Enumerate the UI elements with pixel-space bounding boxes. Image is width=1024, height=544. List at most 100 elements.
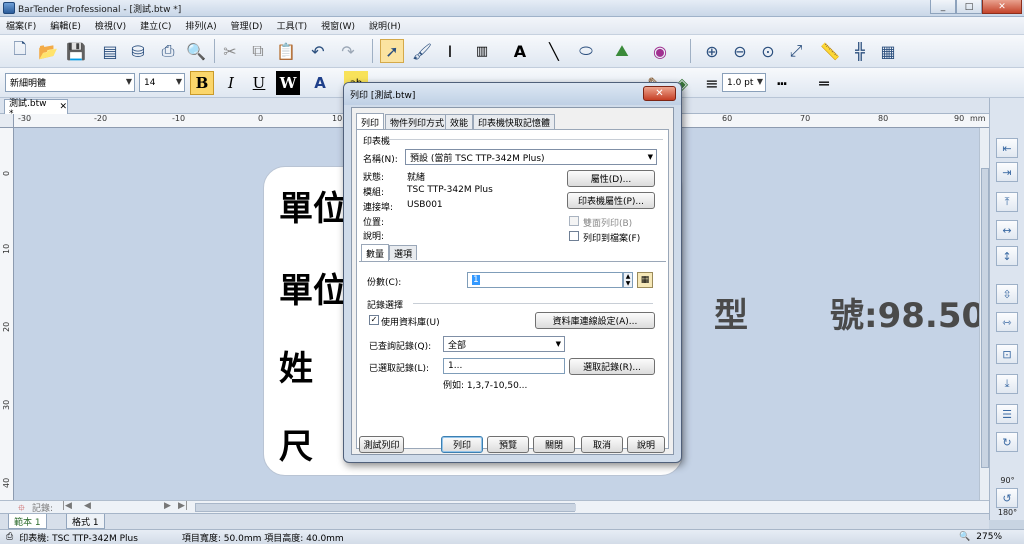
line-style-icon[interactable]: ┅ bbox=[770, 71, 794, 95]
properties-button[interactable]: 屬性(D)... bbox=[567, 170, 655, 187]
print-to-file-checkbox[interactable] bbox=[569, 231, 579, 241]
menu-tools[interactable]: 工具(T) bbox=[277, 19, 308, 32]
rotate-90-icon[interactable]: ↻ bbox=[996, 432, 1018, 452]
align-right-icon[interactable]: ⇥ bbox=[996, 162, 1018, 182]
first-record-button[interactable]: |◀ bbox=[62, 501, 72, 511]
text-color-button[interactable]: A bbox=[308, 71, 332, 95]
center-icon[interactable]: ⊡ bbox=[996, 344, 1018, 364]
line-width-icon[interactable]: ≡ bbox=[700, 71, 724, 95]
font-name-select[interactable]: 新細明體 ▼ bbox=[5, 73, 135, 92]
line-end-icon[interactable]: ═ bbox=[812, 71, 836, 95]
menu-create[interactable]: 建立(C) bbox=[140, 19, 171, 32]
reverse-text-button[interactable]: W bbox=[276, 71, 300, 95]
label-text-object[interactable]: 尺 bbox=[279, 419, 313, 468]
tab-options[interactable]: 選項 bbox=[389, 245, 418, 260]
cancel-button[interactable]: 取消 bbox=[581, 436, 623, 453]
rfid-icon[interactable]: ◉ bbox=[648, 39, 672, 63]
zoom-page-icon[interactable]: ⤢ bbox=[784, 39, 808, 63]
test-print-button[interactable]: 測試列印 bbox=[359, 436, 404, 453]
tab-print[interactable]: 列印 bbox=[356, 113, 385, 130]
picture-tool-icon[interactable]: ⛰ bbox=[610, 39, 634, 63]
template-tab[interactable]: 範本 1 bbox=[8, 514, 47, 529]
select-records-button[interactable]: 選取記錄(R)... bbox=[569, 358, 655, 375]
print-button[interactable]: 列印 bbox=[441, 436, 483, 453]
italic-button[interactable]: I bbox=[219, 71, 243, 95]
paste-icon[interactable]: 📋 bbox=[274, 39, 298, 63]
space-icon[interactable]: ☰ bbox=[996, 404, 1018, 424]
open-folder-icon[interactable]: 📂 bbox=[36, 39, 60, 63]
align-left-icon[interactable]: ⇤ bbox=[996, 138, 1018, 158]
zoom-level[interactable]: 275% bbox=[976, 532, 1002, 542]
ruler-icon[interactable]: 📏 bbox=[818, 39, 842, 63]
page-setup-icon[interactable]: ▤ bbox=[98, 39, 122, 63]
last-record-button[interactable]: ▶| bbox=[178, 501, 188, 511]
copies-spinner[interactable]: ▲ ▼ bbox=[623, 272, 633, 288]
zoom-in-icon[interactable]: ⊕ bbox=[700, 39, 724, 63]
maximize-button[interactable]: □ bbox=[956, 0, 982, 14]
queried-records-select[interactable]: 全部 ▼ bbox=[443, 336, 565, 352]
save-icon[interactable]: 💾 bbox=[64, 39, 88, 63]
bold-button[interactable]: B bbox=[190, 71, 214, 95]
new-document-icon[interactable]: 🗋 bbox=[8, 39, 32, 63]
zoom-fit-icon[interactable]: ⊙ bbox=[756, 39, 780, 63]
scrollbar-thumb[interactable] bbox=[196, 504, 576, 511]
next-record-button[interactable]: ▶ bbox=[164, 501, 171, 511]
use-database-checkbox[interactable]: ✓ bbox=[369, 315, 379, 325]
database-icon[interactable]: ⛁ bbox=[126, 39, 150, 63]
database-connection-button[interactable]: 資料庫連線設定(A)... bbox=[535, 312, 655, 329]
format-tab[interactable]: 格式 1 bbox=[66, 514, 105, 529]
close-window-button[interactable]: ✕ bbox=[982, 0, 1022, 14]
copy-icon[interactable]: ⧉ bbox=[246, 39, 270, 63]
label-text-object[interactable]: 單位 bbox=[279, 181, 347, 230]
line-tool-icon[interactable]: ╲ bbox=[542, 39, 566, 63]
prev-record-button[interactable]: ◀ bbox=[84, 501, 91, 511]
tab-quantity[interactable]: 數量 bbox=[361, 244, 390, 261]
print-preview-icon[interactable]: 🔍 bbox=[184, 39, 208, 63]
horizontal-scrollbar[interactable] bbox=[195, 503, 576, 512]
cut-icon[interactable]: ✂ bbox=[218, 39, 242, 63]
font-size-select[interactable]: 14 ▼ bbox=[139, 73, 185, 92]
shape-tool-icon[interactable]: ⬭ bbox=[574, 39, 598, 63]
dialog-close-button[interactable]: ✕ bbox=[643, 86, 676, 101]
menu-help[interactable]: 說明(H) bbox=[369, 19, 401, 32]
close-tab-icon[interactable]: ✕ bbox=[59, 102, 67, 112]
align-bottom-icon[interactable]: ⤓ bbox=[996, 374, 1018, 394]
guides-icon[interactable]: ╬ bbox=[848, 39, 872, 63]
tab-performance[interactable]: 效能 bbox=[445, 114, 474, 129]
printer-name-select[interactable]: 預設 (當前 TSC TTP-342M Plus) ▼ bbox=[405, 149, 657, 165]
menu-arrange[interactable]: 排列(A) bbox=[185, 19, 216, 32]
dialog-close-action-button[interactable]: 關閉 bbox=[533, 436, 575, 453]
align-hcenter-icon[interactable]: ↔ bbox=[996, 220, 1018, 240]
tab-object-print-method[interactable]: 物件列印方式 bbox=[385, 114, 450, 129]
grid-icon[interactable]: ▦ bbox=[876, 39, 900, 63]
scrollbar-thumb[interactable] bbox=[981, 168, 989, 468]
distribute-h-icon[interactable]: ⇿ bbox=[996, 312, 1018, 332]
menu-file[interactable]: 檔案(F) bbox=[6, 19, 36, 32]
align-top-icon[interactable]: ⤒ bbox=[996, 192, 1018, 212]
barcode-icon[interactable]: ▥ bbox=[470, 39, 494, 63]
tab-printer-cache[interactable]: 印表機快取記憶體 bbox=[473, 114, 556, 129]
label-text-object[interactable]: 姓 bbox=[279, 341, 313, 390]
document-tab[interactable]: 測試.btw * ✕ bbox=[4, 99, 68, 119]
vertical-scrollbar[interactable] bbox=[979, 128, 989, 500]
minimize-button[interactable]: _ bbox=[930, 0, 956, 14]
menu-administer[interactable]: 管理(D) bbox=[231, 19, 263, 32]
menu-window[interactable]: 視窗(W) bbox=[321, 19, 355, 32]
redo-icon[interactable]: ↷ bbox=[336, 39, 360, 63]
label-text-object[interactable]: 型 bbox=[714, 288, 748, 337]
text-cursor-icon[interactable]: I bbox=[438, 39, 462, 63]
label-text-object[interactable]: 號:98.50 bbox=[830, 288, 985, 337]
menu-edit[interactable]: 編輯(E) bbox=[50, 19, 81, 32]
zoom-out-icon[interactable]: ⊖ bbox=[728, 39, 752, 63]
help-button[interactable]: 說明 bbox=[627, 436, 665, 453]
selected-records-input[interactable]: 1... bbox=[443, 358, 565, 374]
copies-source-icon[interactable]: ▦ bbox=[637, 272, 653, 288]
align-vcenter-icon[interactable]: ↕ bbox=[996, 246, 1018, 266]
label-text-object[interactable]: 單位 bbox=[279, 263, 347, 312]
select-pointer-icon[interactable]: ➚ bbox=[380, 39, 404, 63]
distribute-icon[interactable]: ⇳ bbox=[996, 284, 1018, 304]
text-tool-icon[interactable]: A bbox=[508, 39, 532, 63]
printer-properties-button[interactable]: 印表機屬性(P)... bbox=[567, 192, 655, 209]
line-width-select[interactable]: 1.0 pt ▼ bbox=[722, 73, 766, 92]
underline-button[interactable]: U bbox=[247, 71, 271, 95]
